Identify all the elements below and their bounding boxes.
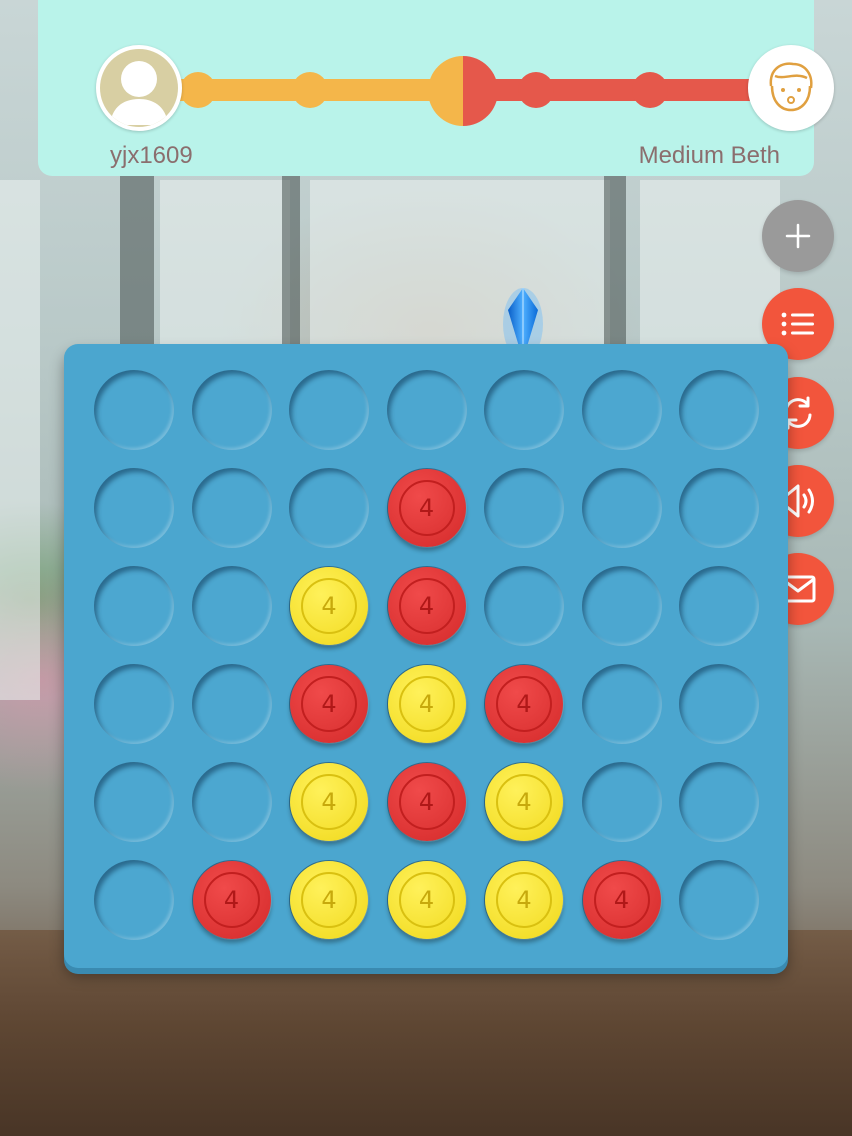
board-slot[interactable] [581,370,662,450]
board-slot[interactable] [289,370,369,450]
disc-label: 4 [203,872,260,928]
board-slot[interactable] [94,762,174,842]
board-slot[interactable] [679,664,759,744]
add-button[interactable] [762,200,834,272]
disc-label: 4 [398,578,455,634]
track-node [292,72,328,108]
list-icon [781,312,814,336]
track-node [518,72,554,108]
disc-label: 4 [301,774,357,830]
right-player-name: Medium Beth [638,142,780,169]
user-silhouette-icon [110,61,168,125]
track-node [180,72,216,108]
right-player-track [464,79,756,101]
board-slot[interactable] [191,468,272,548]
board-slot[interactable] [679,370,759,450]
yellow-disc: 4 [290,861,368,939]
disc-label: 4 [398,872,455,928]
disc-label: 4 [301,872,357,928]
board-slot[interactable] [581,468,662,548]
left-player-avatar[interactable] [96,45,182,131]
board-slot[interactable] [191,762,272,842]
board-slot[interactable] [581,762,662,842]
disc-label: 4 [496,774,552,830]
red-disc: 4 [290,665,368,743]
disc-label: 4 [593,872,650,928]
face-icon [769,62,813,112]
background-window [0,180,40,700]
board-slot[interactable] [289,468,369,548]
disc-label: 4 [496,872,552,928]
plus-icon [785,223,811,249]
disc-label: 4 [301,676,357,732]
board-slot[interactable] [484,468,564,548]
board-slot[interactable] [386,370,467,450]
board-slot[interactable] [94,664,174,744]
board-slot[interactable] [679,566,759,646]
red-disc: 4 [485,665,563,743]
board-slot[interactable] [679,860,759,940]
red-disc: 4 [582,861,661,939]
board-slot[interactable] [191,664,272,744]
red-disc: 4 [387,469,466,547]
board-slot[interactable] [94,468,174,548]
yellow-disc: 4 [290,567,368,645]
yellow-disc: 4 [387,861,466,939]
board-slot[interactable] [679,762,759,842]
disc-label: 4 [496,676,552,732]
board-slot[interactable] [191,566,272,646]
board-slot[interactable] [679,468,759,548]
disc-label: 4 [398,676,455,732]
red-disc: 4 [192,861,271,939]
board-slot[interactable] [94,860,174,940]
board-slot[interactable] [484,370,564,450]
board-slot[interactable] [581,664,662,744]
left-player-name: yjx1609 [110,142,193,169]
yellow-disc: 4 [290,763,368,841]
track-center-marker [428,56,498,126]
yellow-disc: 4 [485,763,563,841]
score-header: yjx1609 Medium Beth [38,0,834,176]
board-slot[interactable] [191,370,272,450]
board-slot[interactable] [94,370,174,450]
board-slot[interactable] [581,566,662,646]
disc-label: 4 [301,578,357,634]
game-board[interactable]: 44444444444444 [64,344,788,968]
right-player-avatar[interactable] [748,45,834,131]
disc-label: 4 [398,774,455,830]
red-disc: 4 [387,567,466,645]
board-slot[interactable] [484,566,564,646]
disc-label: 4 [398,480,455,536]
track-node [632,72,668,108]
red-disc: 4 [387,763,466,841]
board-slot[interactable] [94,566,174,646]
yellow-disc: 4 [387,665,466,743]
yellow-disc: 4 [485,861,563,939]
